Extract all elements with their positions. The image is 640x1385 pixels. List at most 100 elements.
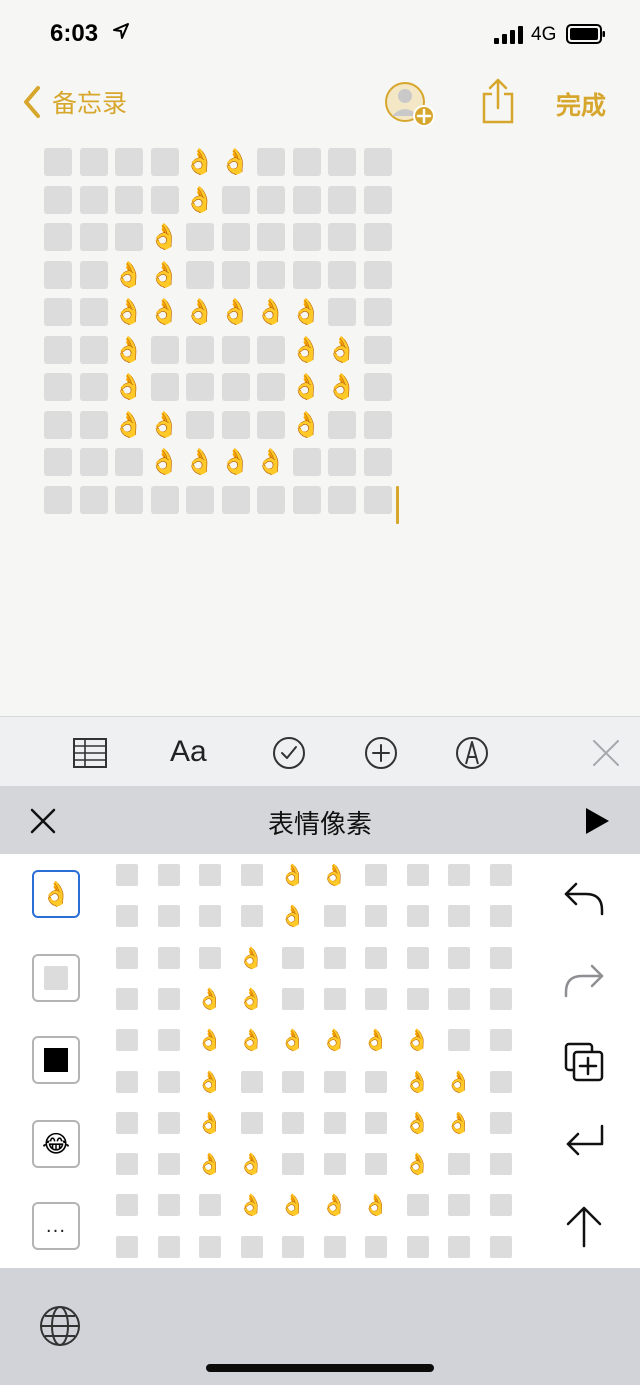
preview-gray-pixel bbox=[116, 987, 138, 1010]
preview-gray-pixel bbox=[157, 1070, 180, 1093]
note-gray-pixel bbox=[363, 298, 392, 326]
checklist-icon[interactable] bbox=[270, 733, 308, 773]
preview-gray-pixel bbox=[157, 987, 180, 1010]
note-ok-hand-pixel: 👌 bbox=[326, 372, 358, 401]
markup-icon[interactable] bbox=[453, 733, 491, 773]
preview-gray-pixel bbox=[406, 987, 429, 1010]
add-person-icon[interactable] bbox=[383, 80, 437, 128]
note-gray-pixel bbox=[363, 223, 392, 251]
preview-ok-hand-pixel: 👌 bbox=[321, 1193, 348, 1218]
note-ok-hand-pixel: 👌 bbox=[290, 409, 323, 439]
undo-icon[interactable] bbox=[560, 874, 608, 922]
note-ok-hand-pixel: 👌 bbox=[148, 259, 181, 289]
note-ok-hand-pixel: 👌 bbox=[290, 372, 323, 401]
note-emoji-grid[interactable]: 👌 👌 👌 👌 👌 👌 👌 👌 👌 👌 👌 👌 👌 👌 👌 👌 👌 👌 👌 👌 👌 👌 👌 👌 👌 bbox=[44, 147, 404, 528]
status-bar: 6:03 4G bbox=[0, 0, 640, 70]
return-icon[interactable] bbox=[560, 1118, 608, 1166]
palette-gray-square-button[interactable] bbox=[32, 954, 80, 1002]
note-gray-pixel bbox=[186, 335, 214, 364]
navigation-bar: 备忘录 完成 bbox=[0, 72, 640, 136]
palette-ok-hand-button[interactable]: 👌 bbox=[32, 870, 80, 918]
note-gray-pixel bbox=[257, 223, 285, 251]
text-style-button[interactable]: Aa bbox=[170, 735, 207, 775]
globe-icon[interactable] bbox=[38, 1304, 82, 1348]
play-icon[interactable] bbox=[583, 806, 611, 836]
preview-gray-pixel bbox=[323, 1153, 346, 1176]
palette-laughing-emoji-button[interactable]: 😂 bbox=[32, 1120, 80, 1168]
palette-black-square-button[interactable] bbox=[32, 1036, 80, 1084]
palette-more-button[interactable]: ... bbox=[32, 1202, 80, 1250]
note-gray-pixel bbox=[328, 185, 356, 214]
note-gray-pixel bbox=[150, 335, 179, 364]
note-gray-pixel bbox=[115, 223, 143, 251]
extension-header: 表情像素 bbox=[0, 786, 640, 854]
note-ok-hand-pixel: 👌 bbox=[184, 147, 216, 176]
keyboard-bottom-bar bbox=[0, 1268, 640, 1385]
arrow-up-icon[interactable] bbox=[560, 1202, 608, 1250]
note-gray-pixel bbox=[363, 260, 392, 289]
preview-gray-pixel bbox=[406, 905, 429, 928]
preview-gray-pixel bbox=[199, 946, 221, 969]
preview-gray-pixel bbox=[323, 1111, 346, 1134]
preview-gray-pixel bbox=[116, 905, 138, 928]
preview-gray-pixel bbox=[116, 1153, 138, 1176]
note-gray-pixel bbox=[363, 410, 392, 439]
note-gray-pixel bbox=[292, 260, 321, 289]
preview-gray-pixel bbox=[365, 1235, 387, 1258]
note-gray-pixel bbox=[328, 410, 356, 439]
note-gray-pixel bbox=[115, 148, 143, 176]
preview-gray-pixel bbox=[489, 1235, 512, 1258]
preview-gray-pixel bbox=[365, 1070, 387, 1093]
home-indicator bbox=[206, 1364, 434, 1372]
preview-gray-pixel bbox=[116, 1029, 138, 1052]
preview-gray-pixel bbox=[157, 864, 180, 886]
done-button[interactable]: 完成 bbox=[556, 86, 606, 122]
preview-ok-hand-pixel: 👌 bbox=[445, 1069, 473, 1094]
preview-gray-pixel bbox=[323, 987, 346, 1010]
add-icon[interactable] bbox=[362, 733, 400, 773]
preview-gray-pixel bbox=[489, 1111, 512, 1134]
preview-ok-hand-pixel: 👌 bbox=[196, 1110, 224, 1135]
preview-gray-pixel bbox=[199, 864, 221, 886]
preview-gray-pixel bbox=[116, 1070, 138, 1093]
preview-gray-pixel bbox=[282, 1111, 304, 1134]
emoji-pixel-canvas[interactable]: 👌 👌 👌 👌 👌 👌 👌 👌 👌 👌 👌 👌 👌 👌 👌 👌 👌 👌 👌 👌 👌 👌 👌 👌 👌 bbox=[116, 863, 528, 1278]
gray-square-icon bbox=[44, 966, 68, 990]
note-gray-pixel bbox=[150, 485, 179, 514]
note-gray-pixel bbox=[221, 185, 250, 214]
back-label: 备忘录 bbox=[52, 89, 128, 118]
preview-ok-hand-pixel: 👌 bbox=[196, 1069, 224, 1094]
preview-gray-pixel bbox=[489, 905, 512, 928]
note-gray-pixel bbox=[292, 223, 321, 251]
preview-gray-pixel bbox=[448, 987, 470, 1010]
note-ok-hand-pixel: 👌 bbox=[255, 297, 287, 326]
back-button[interactable]: 备忘录 bbox=[20, 84, 127, 120]
extension-title: 表情像素 bbox=[267, 810, 372, 840]
note-gray-pixel bbox=[292, 448, 321, 476]
note-gray-pixel bbox=[186, 223, 214, 251]
note-ok-hand-pixel: 👌 bbox=[113, 259, 145, 289]
preview-ok-hand-pixel: 👌 bbox=[238, 945, 265, 970]
preview-gray-pixel bbox=[240, 1070, 263, 1093]
network-type: 4G bbox=[531, 24, 557, 45]
close-icon[interactable] bbox=[590, 733, 622, 773]
note-gray-pixel bbox=[79, 298, 108, 326]
note-ok-hand-pixel: 👌 bbox=[290, 297, 323, 326]
share-icon[interactable] bbox=[480, 78, 516, 124]
copy-icon[interactable] bbox=[560, 1038, 608, 1086]
preview-gray-pixel bbox=[282, 1153, 304, 1176]
preview-gray-pixel bbox=[489, 864, 512, 886]
preview-gray-pixel bbox=[489, 1070, 512, 1093]
note-gray-pixel bbox=[44, 448, 72, 476]
laughing-emoji: 😂 bbox=[41, 1130, 71, 1158]
preview-ok-hand-pixel: 👌 bbox=[279, 1193, 307, 1218]
preview-ok-hand-pixel: 👌 bbox=[279, 904, 307, 929]
preview-ok-hand-pixel: 👌 bbox=[404, 1028, 431, 1053]
preview-gray-pixel bbox=[282, 1070, 304, 1093]
preview-gray-pixel bbox=[323, 905, 346, 928]
preview-gray-pixel bbox=[323, 946, 346, 969]
table-icon[interactable] bbox=[72, 733, 108, 773]
note-ok-hand-pixel: 👌 bbox=[184, 184, 216, 214]
note-ok-hand-pixel: 👌 bbox=[148, 222, 181, 251]
redo-icon[interactable] bbox=[560, 956, 608, 1004]
